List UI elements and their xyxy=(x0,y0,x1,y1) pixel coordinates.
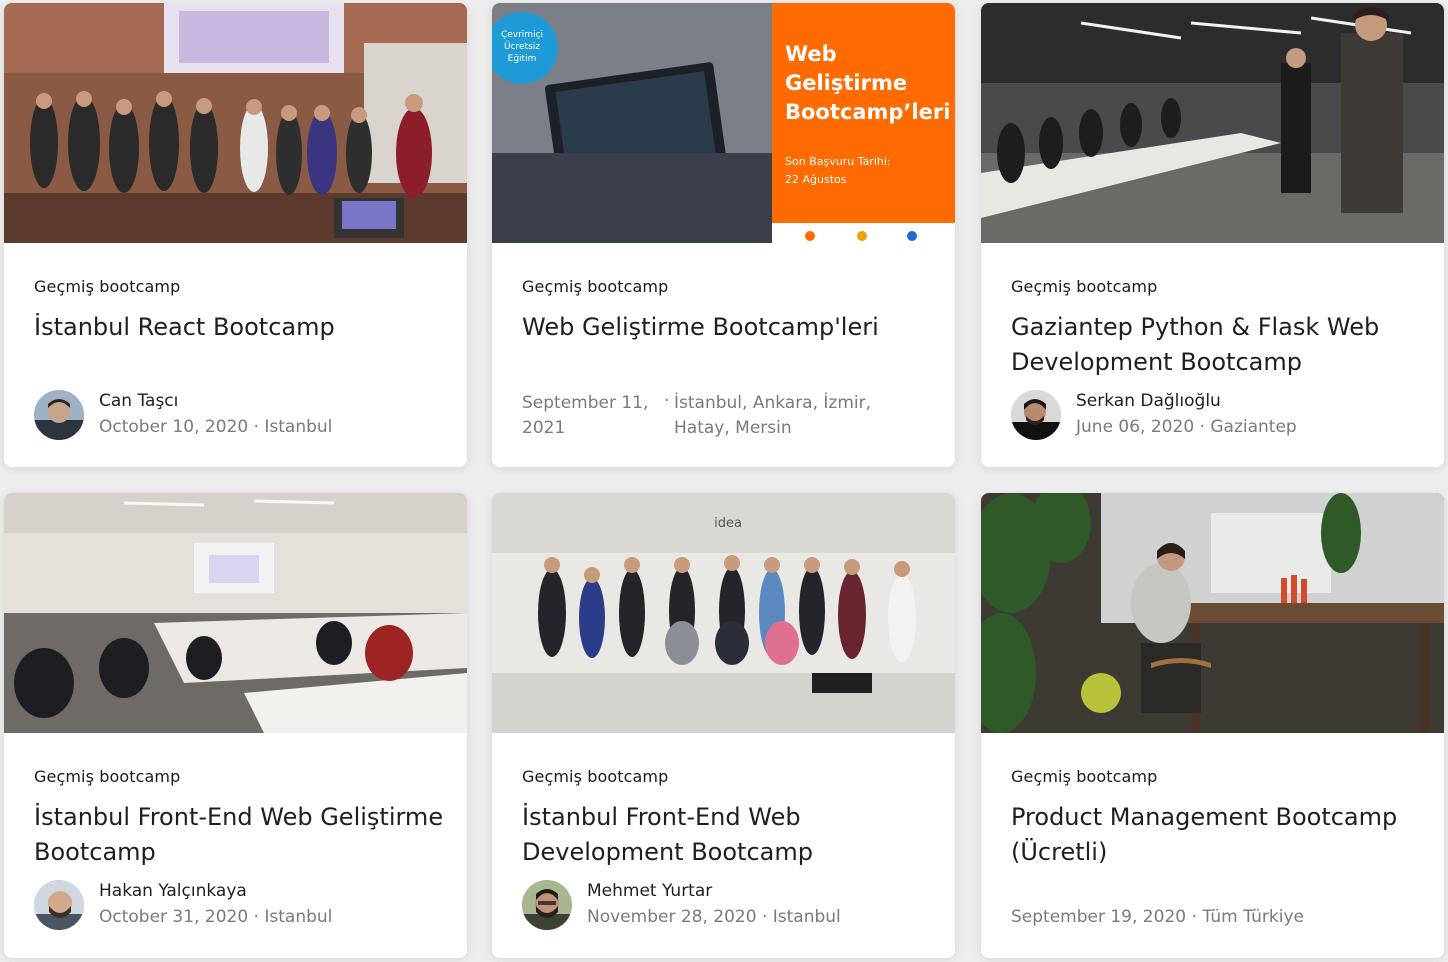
event-date: September 11, 2021 xyxy=(522,393,649,438)
badge-text: Çevrimiçi xyxy=(501,30,543,40)
bootcamp-status-tag: Geçmiş bootcamp xyxy=(34,767,181,786)
banner-headline: Bootcamp’leri xyxy=(785,100,950,124)
bootcamp-title[interactable]: Web Geliştirme Bootcamp'leri xyxy=(522,310,932,345)
date-location: October 31, 2020 · Istanbul xyxy=(99,907,332,927)
bootcamp-meta: September 19, 2020 · Tüm Türkiye xyxy=(1011,879,1421,933)
banner-deadline-value: 22 Ağustos xyxy=(785,173,847,186)
bootcamp-status-tag: Geçmiş bootcamp xyxy=(522,277,669,296)
banner-headline: Web xyxy=(785,42,837,66)
event-date: September 19, 2020 xyxy=(1011,907,1187,927)
bootcamp-card-gaziantep-python[interactable]: Geçmiş bootcamp Gaziantep Python & Flask… xyxy=(981,3,1444,467)
separator: · xyxy=(664,391,670,411)
event-location: Istanbul xyxy=(264,907,333,927)
bootcamp-title[interactable]: Gaziantep Python & Flask Web Development… xyxy=(1011,310,1421,380)
bootcamp-meta: Can Taşcı October 10, 2020 · Istanbul xyxy=(34,389,444,443)
banner-headline: Geliştirme xyxy=(785,71,907,95)
bootcamp-meta: Mehmet Yurtar November 28, 2020 · Istanb… xyxy=(522,879,932,933)
bootcamp-status-tag: Geçmiş bootcamp xyxy=(1011,277,1158,296)
event-location: Tüm Türkiye xyxy=(1202,907,1304,927)
user-avatar[interactable] xyxy=(34,880,84,930)
user-avatar[interactable] xyxy=(1011,390,1061,440)
bootcamp-thumbnail[interactable]: idea xyxy=(492,493,955,733)
date-location: June 06, 2020 · Gaziantep xyxy=(1076,417,1297,437)
bootcamp-card-web-gelistirme[interactable]: Çevrimiçi Ücretsiz Eğitim Web Geliştirme… xyxy=(492,3,955,467)
bootcamp-meta: September 11, 2021 · İstanbul, Ankara, İ… xyxy=(522,389,932,443)
bootcamp-grid: Geçmiş bootcamp İstanbul React Bootcamp … xyxy=(0,0,1448,962)
event-date: June 06, 2020 xyxy=(1076,417,1195,437)
bootcamp-status-tag: Geçmiş bootcamp xyxy=(1011,767,1158,786)
bootcamp-title[interactable]: İstanbul React Bootcamp xyxy=(34,310,444,345)
date-location: September 19, 2020 · Tüm Türkiye xyxy=(1011,907,1304,927)
bootcamp-card-istanbul-frontend-tr[interactable]: Geçmiş bootcamp İstanbul Front-End Web G… xyxy=(4,493,467,958)
event-date: October 10, 2020 xyxy=(99,417,249,437)
bootcamp-title[interactable]: İstanbul Front-End Web Geliştirme Bootca… xyxy=(34,800,444,870)
user-avatar[interactable] xyxy=(34,390,84,440)
bootcamp-status-tag: Geçmiş bootcamp xyxy=(34,277,181,296)
bootcamp-thumbnail[interactable] xyxy=(4,3,467,243)
user-avatar[interactable] xyxy=(522,880,572,930)
photo-sign: idea xyxy=(714,516,742,531)
event-date: November 28, 2020 xyxy=(587,907,757,927)
bootcamp-card-product-management[interactable]: Geçmiş bootcamp Product Management Bootc… xyxy=(981,493,1444,958)
bootcamp-card-istanbul-react[interactable]: Geçmiş bootcamp İstanbul React Bootcamp … xyxy=(4,3,467,467)
author-name[interactable]: Hakan Yalçınkaya xyxy=(99,881,247,901)
date-location: October 10, 2020 · Istanbul xyxy=(99,417,332,437)
separator: · xyxy=(253,417,259,437)
bootcamp-thumbnail[interactable] xyxy=(981,493,1444,733)
separator: · xyxy=(1191,907,1197,927)
bootcamp-status-tag: Geçmiş bootcamp xyxy=(522,767,669,786)
author-name[interactable]: Serkan Dağlıoğlu xyxy=(1076,391,1221,411)
bootcamp-meta: Serkan Dağlıoğlu June 06, 2020 · Gaziant… xyxy=(1011,389,1421,443)
date-location: November 28, 2020 · Istanbul xyxy=(587,907,841,927)
bootcamp-title[interactable]: Product Management Bootcamp (Ücretli) xyxy=(1011,800,1421,870)
event-location: Istanbul xyxy=(772,907,841,927)
author-name[interactable]: Mehmet Yurtar xyxy=(587,881,712,901)
event-location: İstanbul, Ankara, İzmir, Hatay, Mersin xyxy=(674,393,872,438)
bootcamp-thumbnail[interactable] xyxy=(4,493,467,733)
separator: · xyxy=(761,907,768,927)
bootcamp-title[interactable]: İstanbul Front-End Web Development Bootc… xyxy=(522,800,932,870)
author-name[interactable]: Can Taşcı xyxy=(99,391,178,411)
bootcamp-thumbnail[interactable]: Çevrimiçi Ücretsiz Eğitim Web Geliştirme… xyxy=(492,3,955,243)
bootcamp-card-istanbul-frontend-en[interactable]: idea Geçmiş bootcamp İstanbul Front-End … xyxy=(492,493,955,958)
badge-text: Ücretsiz xyxy=(504,41,540,52)
bootcamp-thumbnail[interactable] xyxy=(981,3,1444,243)
banner-deadline-label: Son Başvuru Tarihi: xyxy=(785,155,891,168)
event-date: October 31, 2020 xyxy=(99,907,249,927)
event-location: Gaziantep xyxy=(1210,417,1297,437)
separator: · xyxy=(1199,417,1205,437)
event-location: Istanbul xyxy=(264,417,333,437)
separator: · xyxy=(253,907,259,927)
bootcamp-meta: Hakan Yalçınkaya October 31, 2020 · Ista… xyxy=(34,879,444,933)
badge-text: Eğitim xyxy=(508,54,537,64)
